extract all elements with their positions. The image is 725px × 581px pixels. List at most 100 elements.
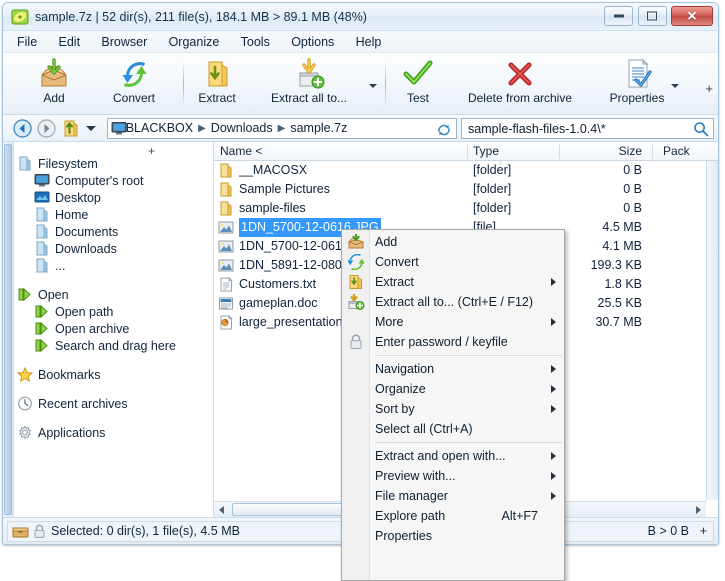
minimize-button[interactable]	[604, 6, 633, 26]
toolbar-extract-all-button[interactable]: Extract all to...	[251, 57, 367, 113]
menu-file[interactable]: File	[8, 31, 46, 53]
table-row[interactable]: sample-files [folder] 0 B	[214, 199, 718, 218]
menu-options[interactable]: Options	[282, 31, 343, 53]
folder-icon	[34, 241, 50, 256]
context-menu-item-convert[interactable]: Convert	[342, 252, 564, 272]
maximize-button[interactable]	[638, 6, 667, 26]
search-input[interactable]: sample-flash-files-1.0.4\*	[461, 118, 714, 139]
sidebar-label: Computer's root	[55, 174, 144, 188]
sidebar-item-more[interactable]: ...	[17, 258, 211, 275]
file-size: 0 B	[514, 199, 642, 218]
sidebar-item-documents[interactable]: Documents	[17, 224, 211, 241]
sidebar-scrollbar-thumb[interactable]	[4, 144, 12, 515]
context-menu-accelerator: Alt+F7	[502, 506, 538, 526]
sidebar-item-filesystem[interactable]: Filesystem	[17, 156, 211, 173]
toolbar-extract-all-label: Extract all to...	[251, 91, 367, 105]
folder-icon	[34, 224, 50, 239]
breadcrumb-item-downloads[interactable]: Downloads	[211, 119, 273, 138]
magnifier-icon[interactable]	[693, 121, 709, 137]
sidebar-item-open-archive[interactable]: Open archive	[17, 321, 211, 338]
toolbar-test-button[interactable]: Test	[391, 57, 445, 113]
context-menu-item-sort-by[interactable]: Sort by	[342, 399, 564, 419]
menu-tools[interactable]: Tools	[232, 31, 279, 53]
context-menu-label: Add	[375, 232, 397, 252]
close-button[interactable]: ✕	[671, 6, 713, 26]
column-headers: Name < Type Size Pack	[214, 142, 718, 161]
doc-file-icon	[218, 296, 234, 311]
toolbar-extract-button[interactable]: Extract	[189, 57, 245, 113]
sidebar-item-recent-archives[interactable]: Recent archives	[17, 396, 211, 413]
toolbar-convert-button[interactable]: Convert	[101, 57, 167, 113]
file-size: 0 B	[514, 161, 642, 180]
context-menu-item-select-all[interactable]: Select all (Ctrl+A)	[342, 419, 564, 439]
context-menu-item-preview-with[interactable]: Preview with...	[342, 466, 564, 486]
context-menu-label: Explore path	[375, 506, 445, 526]
address-history-dropdown-icon[interactable]	[85, 125, 97, 133]
menu-browser[interactable]: Browser	[92, 31, 156, 53]
clock-icon	[17, 396, 33, 411]
title-bar: sample.7z | 52 dir(s), 211 file(s), 184.…	[3, 3, 718, 31]
sidebar-item-search-and-drag[interactable]: Search and drag here	[17, 338, 211, 355]
menu-help[interactable]: Help	[347, 31, 391, 53]
image-file-icon	[218, 258, 234, 273]
submenu-arrow-icon	[551, 472, 556, 480]
breadcrumb-item-sample7z[interactable]: sample.7z	[290, 119, 347, 138]
menu-organize[interactable]: Organize	[160, 31, 229, 53]
context-menu-item-extract[interactable]: Extract	[342, 272, 564, 292]
status-text: Selected: 0 dir(s), 1 file(s), 4.5 MB	[51, 522, 240, 541]
extract-all-icon	[251, 57, 367, 91]
status-plus-button[interactable]: +	[700, 522, 707, 541]
sidebar-item-desktop[interactable]: Desktop	[17, 190, 211, 207]
up-folder-icon[interactable]	[61, 119, 80, 138]
column-divider-1[interactable]	[467, 144, 468, 159]
context-menu-item-properties[interactable]: Properties	[342, 526, 564, 546]
sidebar-item-downloads[interactable]: Downloads	[17, 241, 211, 258]
context-menu-item-organize[interactable]: Organize	[342, 379, 564, 399]
left-arrow-icon[interactable]	[214, 502, 230, 517]
toolbar-add-button[interactable]: Add	[21, 57, 87, 113]
status-right-text: B > 0 B	[648, 522, 689, 541]
toolbar-plus-button[interactable]: +	[705, 81, 713, 96]
convert-arrows-icon	[101, 57, 167, 91]
sidebar-scrollbar[interactable]	[3, 142, 14, 517]
back-arrow-icon[interactable]	[13, 119, 32, 138]
table-row[interactable]: __MACOSX [folder] 0 B	[214, 161, 718, 180]
toolbar-separator-2	[385, 61, 386, 107]
context-menu-item-explore-path[interactable]: Explore path Alt+F7	[342, 506, 564, 526]
context-menu-item-navigation[interactable]: Navigation	[342, 359, 564, 379]
column-header-pack[interactable]: Pack	[663, 142, 690, 160]
context-menu-item-extract-all[interactable]: Extract all to... (Ctrl+E / F12)	[342, 292, 564, 312]
file-type: [folder]	[473, 199, 511, 218]
toolbar-delete-button[interactable]: Delete from archive	[451, 57, 589, 113]
right-arrow-icon[interactable]	[690, 502, 706, 517]
context-menu-item-enter-password[interactable]: Enter password / keyfile	[342, 332, 564, 352]
column-header-name[interactable]: Name <	[220, 142, 262, 160]
menu-edit[interactable]: Edit	[50, 31, 90, 53]
sidebar-item-computers-root[interactable]: Computer's root	[17, 173, 211, 190]
column-header-type[interactable]: Type	[473, 142, 499, 160]
context-menu-item-add[interactable]: Add	[342, 232, 564, 252]
context-menu-item-extract-and-open-with[interactable]: Extract and open with...	[342, 446, 564, 466]
toolbar-separator	[183, 61, 184, 107]
sidebar-item-bookmarks[interactable]: Bookmarks	[17, 367, 211, 384]
breadcrumb-item-blackbox[interactable]: BLACKBOX	[126, 119, 193, 138]
toolbar-overflow-dropdown-icon[interactable]	[669, 80, 681, 92]
context-menu-item-file-manager[interactable]: File manager	[342, 486, 564, 506]
context-menu-item-more[interactable]: More	[342, 312, 564, 332]
lock-icon	[347, 334, 365, 350]
breadcrumb[interactable]: ▶BLACKBOX▶Downloads▶sample.7z	[107, 118, 457, 139]
sidebar-item-open-path[interactable]: Open path	[17, 304, 211, 321]
context-menu-label: Convert	[375, 252, 419, 272]
column-header-size[interactable]: Size	[514, 142, 642, 160]
column-divider-3[interactable]	[652, 144, 653, 159]
sidebar-label: Search and drag here	[55, 339, 176, 353]
sidebar-item-open[interactable]: Open	[17, 287, 211, 304]
sidebar-item-home[interactable]: Home	[17, 207, 211, 224]
extract-all-dropdown-icon[interactable]	[367, 80, 379, 92]
sidebar-item-applications[interactable]: Applications	[17, 425, 211, 442]
refresh-icon[interactable]	[436, 122, 452, 138]
table-row[interactable]: Sample Pictures [folder] 0 B	[214, 180, 718, 199]
forward-arrow-icon[interactable]	[37, 119, 56, 138]
sidebar-label: Open path	[55, 305, 113, 319]
file-list-vertical-scrollbar[interactable]	[706, 161, 718, 500]
